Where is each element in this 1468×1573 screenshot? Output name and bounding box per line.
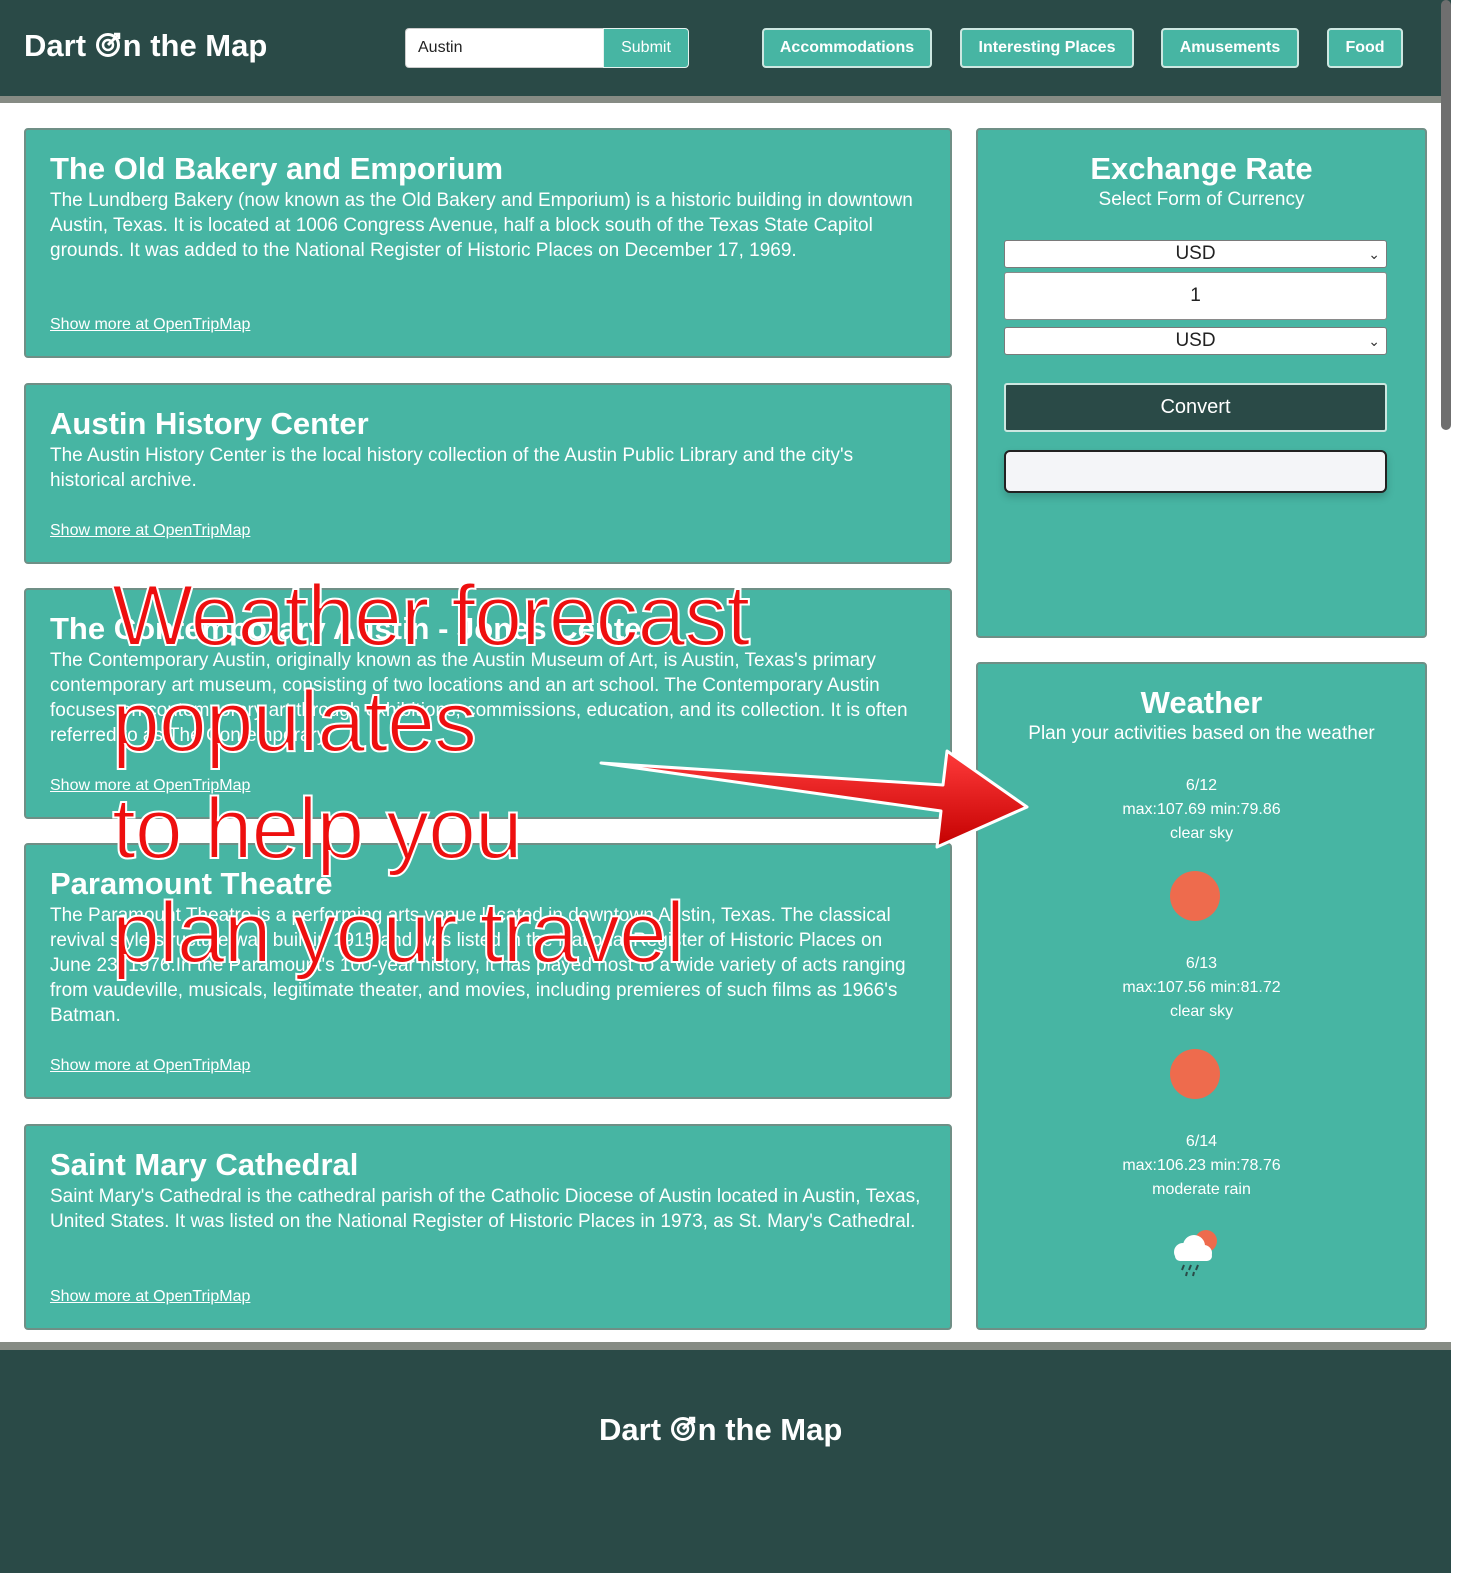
annotation-line: to help you — [111, 780, 524, 878]
show-more-link[interactable]: Show more at OpenTripMap — [50, 1057, 250, 1075]
header-divider — [0, 96, 1451, 103]
footer: Dart n the Map — [0, 1350, 1451, 1573]
place-card: The Old Bakery and Emporium The Lundberg… — [24, 128, 952, 358]
target-icon — [95, 30, 121, 66]
footer-brand-logo[interactable]: Dart n the Map — [599, 1412, 842, 1450]
forecast-description: moderate rain — [1152, 1181, 1251, 1198]
place-title: Austin History Center — [50, 406, 369, 441]
forecast-temps: max:106.23 min:78.76 — [1122, 1157, 1281, 1174]
sun-icon — [1170, 1049, 1220, 1099]
from-currency-select[interactable]: USD ⌄ — [1004, 240, 1387, 268]
place-description: Saint Mary's Cathedral is the cathedral … — [50, 1186, 921, 1232]
page-scrollbar[interactable] — [1441, 0, 1451, 430]
place-title: The Old Bakery and Emporium — [50, 151, 504, 186]
nav-interesting-places-button[interactable]: Interesting Places — [960, 28, 1134, 68]
amount-input[interactable]: 1 — [1004, 272, 1387, 320]
target-icon — [670, 1414, 696, 1450]
weather-subtitle: Plan your activities based on the weathe… — [1028, 723, 1375, 744]
brand-suffix: n the Map — [122, 28, 268, 63]
nav-food-button[interactable]: Food — [1327, 28, 1403, 68]
exchange-subtitle: Select Form of Currency — [1098, 189, 1305, 210]
show-more-link[interactable]: Show more at OpenTripMap — [50, 316, 250, 334]
forecast-day: 6/12 max:107.69 min:79.86 clear sky — [978, 774, 1425, 846]
weather-panel: Weather Plan your activities based on th… — [976, 662, 1427, 1330]
to-currency-value: USD — [1175, 330, 1216, 351]
submit-button[interactable]: Submit — [603, 28, 689, 68]
brand-logo[interactable]: Dart n the Map — [24, 28, 267, 66]
rain-cloud-icon — [1166, 1222, 1224, 1285]
exchange-title: Exchange Rate — [1090, 151, 1313, 186]
from-currency-value: USD — [1175, 243, 1216, 264]
forecast-temps: max:107.69 min:79.86 — [1122, 801, 1281, 818]
forecast-temps: max:107.56 min:81.72 — [1122, 979, 1281, 996]
forecast-date: 6/13 — [1185, 955, 1218, 972]
forecast-date: 6/14 — [1185, 1133, 1218, 1150]
forecast-description: clear sky — [1169, 825, 1234, 842]
forecast-day: 6/14 max:106.23 min:78.76 moderate rain — [978, 1130, 1425, 1202]
place-card: Saint Mary Cathedral Saint Mary's Cathed… — [24, 1124, 952, 1330]
place-title: Saint Mary Cathedral — [50, 1147, 359, 1182]
nav-amusements-button[interactable]: Amusements — [1161, 28, 1299, 68]
annotation-line: plan your travel — [111, 884, 686, 982]
forecast-date: 6/12 — [1185, 777, 1218, 794]
annotation-arrow-icon — [595, 745, 1035, 860]
place-card: Austin History Center The Austin History… — [24, 383, 952, 564]
footer-brand-suffix: n the Map — [697, 1412, 843, 1447]
city-search-input[interactable] — [405, 28, 604, 68]
footer-divider — [0, 1342, 1451, 1350]
annotation-line: Weather forecast — [111, 567, 751, 665]
place-description: The Lundberg Bakery (now known as the Ol… — [50, 190, 913, 261]
conversion-result-field — [1004, 450, 1387, 493]
place-description: The Austin History Center is the local h… — [50, 445, 854, 491]
show-more-link[interactable]: Show more at OpenTripMap — [50, 1288, 250, 1306]
convert-button[interactable]: Convert — [1004, 383, 1387, 432]
exchange-rate-panel: Exchange Rate Select Form of Currency US… — [976, 128, 1427, 638]
top-navbar: Dart n the Map Submit Accommodations Int… — [0, 0, 1451, 96]
sun-icon — [1170, 871, 1220, 921]
forecast-day: 6/13 max:107.56 min:81.72 clear sky — [978, 952, 1425, 1024]
weather-title: Weather — [1140, 685, 1263, 720]
brand-prefix: Dart — [24, 28, 95, 63]
annotation-line: populates — [111, 673, 478, 771]
chevron-down-icon: ⌄ — [1368, 333, 1380, 349]
to-currency-select[interactable]: USD ⌄ — [1004, 327, 1387, 355]
nav-accommodations-button[interactable]: Accommodations — [762, 28, 932, 68]
footer-brand-prefix: Dart — [599, 1412, 670, 1447]
forecast-description: clear sky — [1169, 1003, 1234, 1020]
chevron-down-icon: ⌄ — [1368, 246, 1380, 262]
show-more-link[interactable]: Show more at OpenTripMap — [50, 522, 250, 540]
